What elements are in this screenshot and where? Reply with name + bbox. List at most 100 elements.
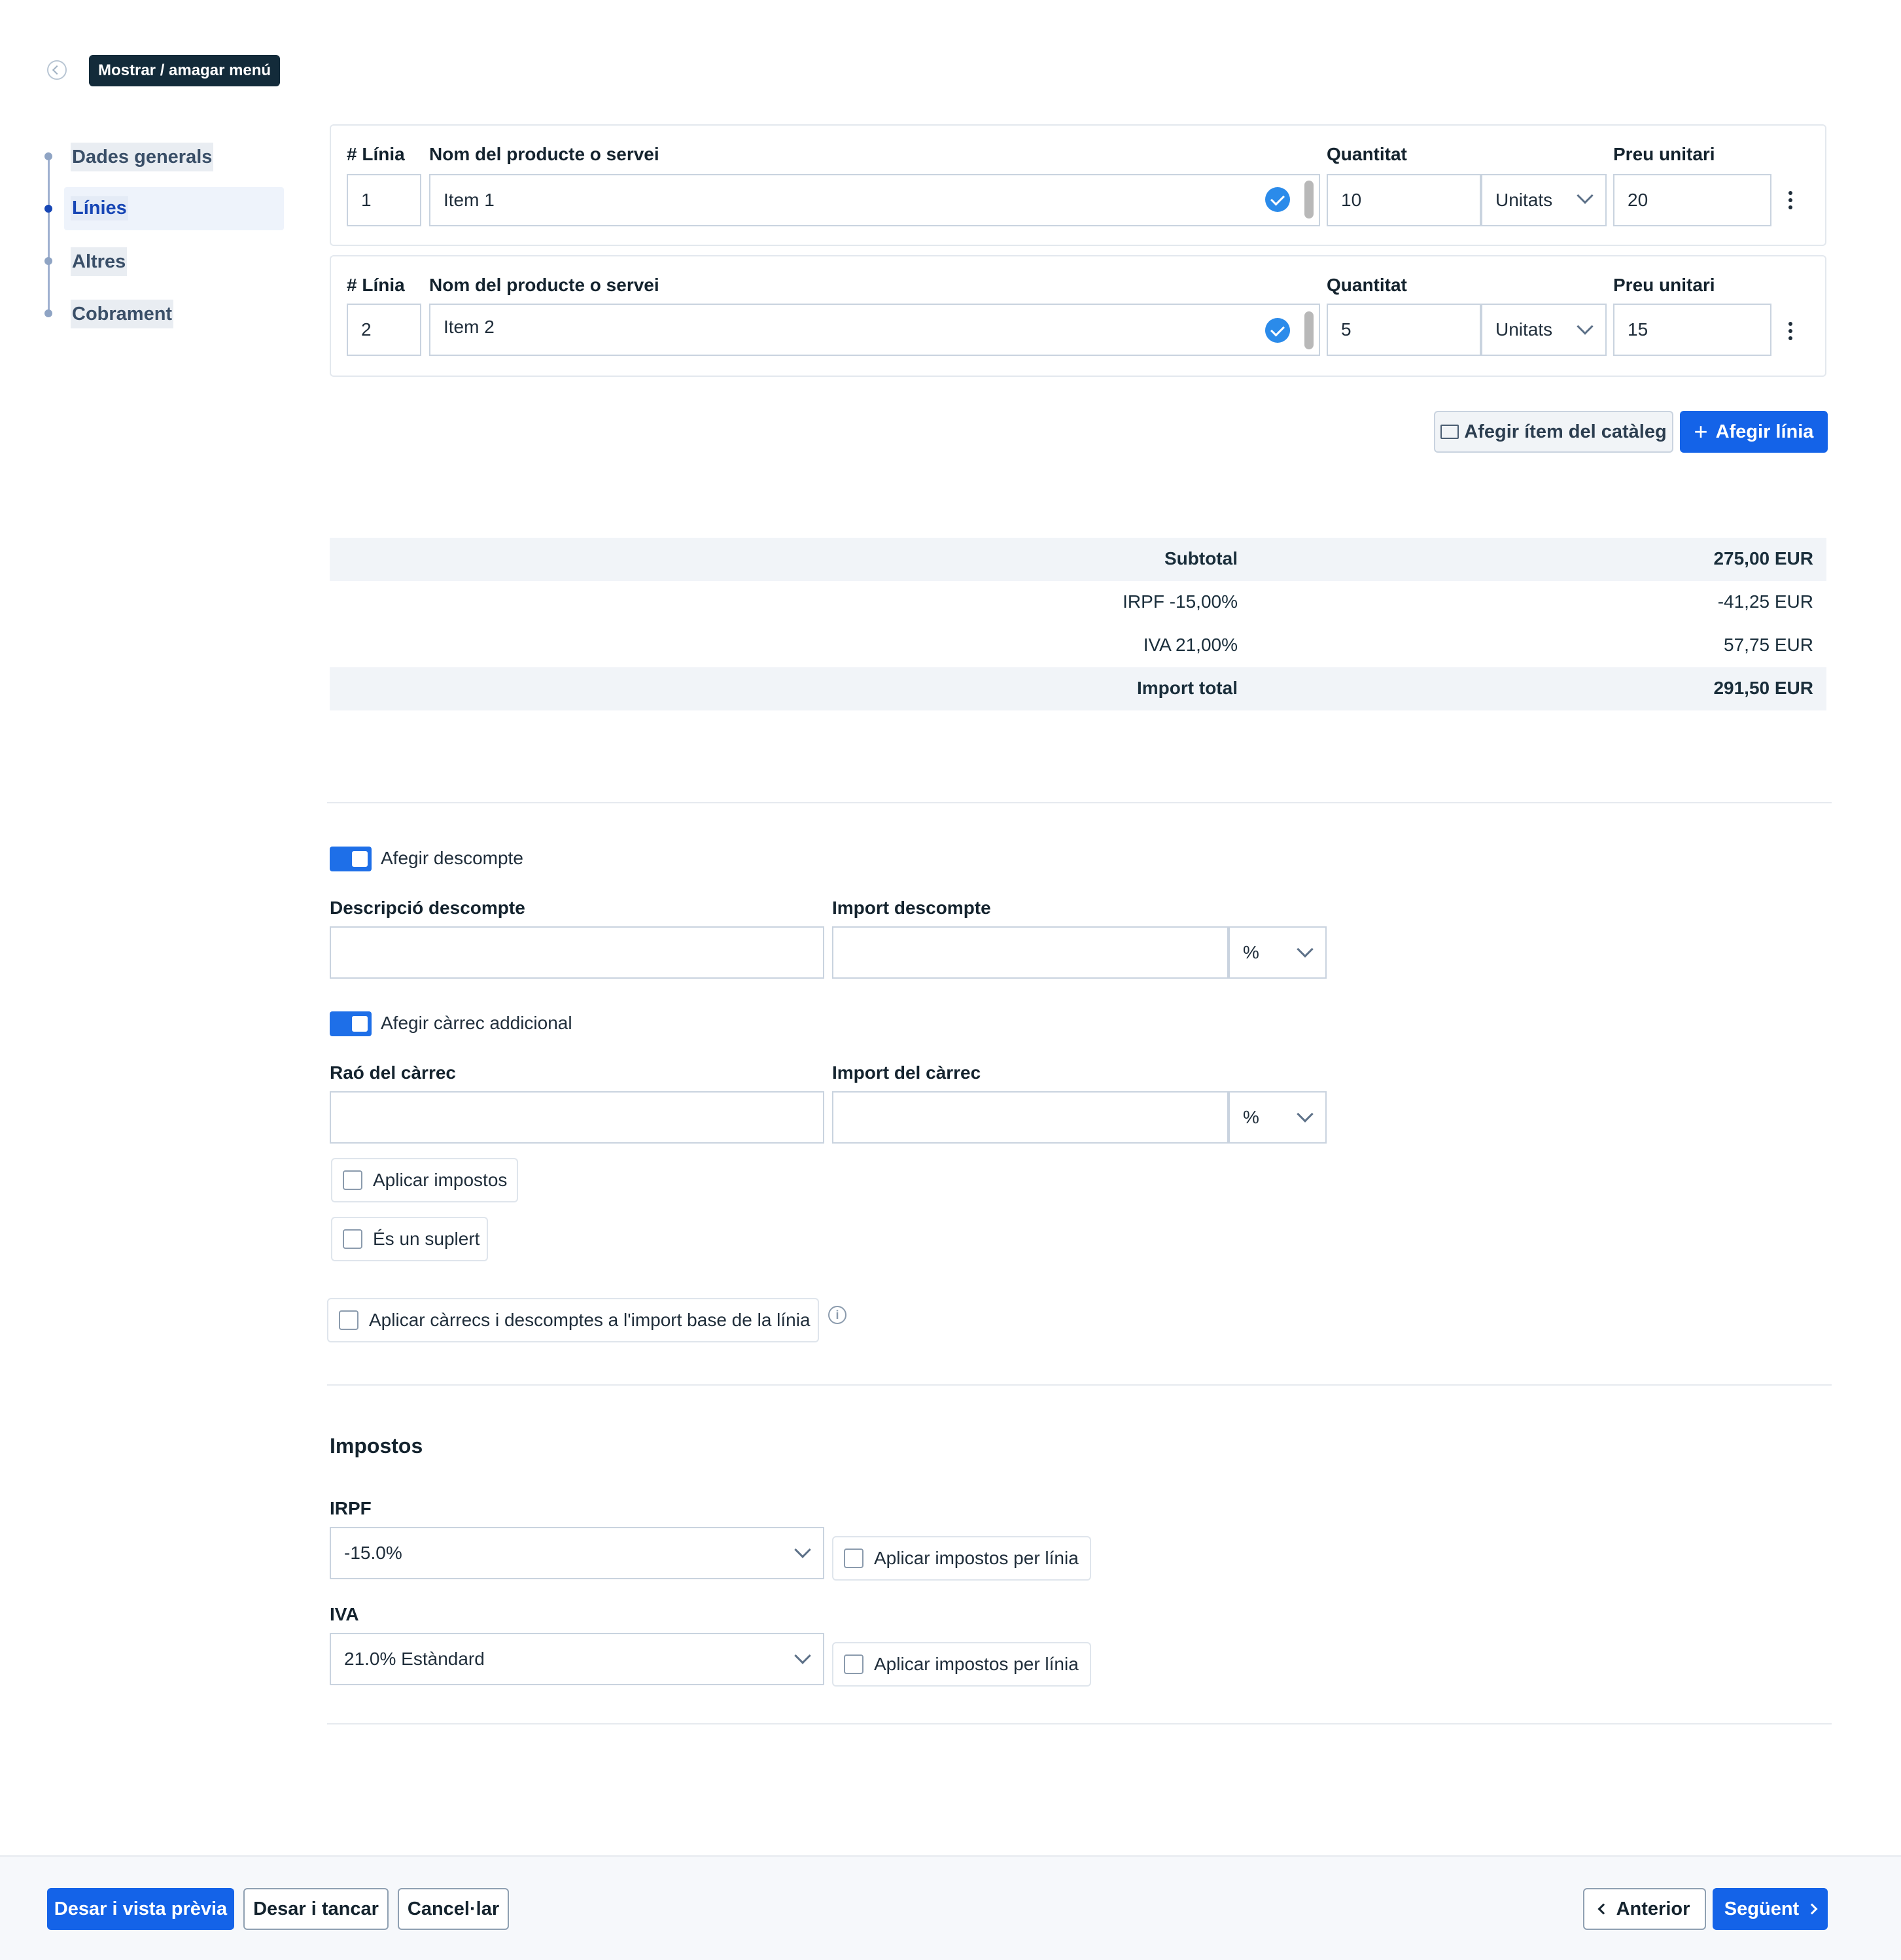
add-line-button[interactable]: + Afegir línia	[1680, 411, 1828, 453]
stepper-dot	[44, 309, 52, 317]
cancel-label: Cancel·lar	[407, 1898, 500, 1919]
checkbox-square	[844, 1654, 863, 1674]
apply-base-amount-checkbox[interactable]: Aplicar càrrecs i descomptes a l'import …	[327, 1298, 819, 1342]
unit-price-input[interactable]: 20	[1613, 174, 1771, 226]
checkbox-label: Aplicar impostos	[373, 1170, 508, 1190]
discount-description-input[interactable]	[330, 926, 824, 979]
charge-type-select[interactable]: %	[1229, 1091, 1327, 1144]
discount-toggle-label: Afegir descompte	[381, 848, 523, 868]
stepper-dot	[44, 257, 52, 265]
is-supplement-checkbox[interactable]: És un suplert	[331, 1217, 488, 1261]
info-icon[interactable]: i	[828, 1306, 846, 1324]
summary-value: 275,00 EUR	[1713, 548, 1813, 569]
quantity-label: Quantitat	[1327, 144, 1407, 164]
stepper-dot	[44, 152, 52, 160]
discount-toggle[interactable]	[330, 847, 372, 871]
summary-label: IVA 21,00%	[1143, 635, 1238, 655]
save-preview-button[interactable]: Desar i vista prèvia	[47, 1888, 234, 1930]
charge-amount-input[interactable]	[832, 1091, 1229, 1144]
quantity-input[interactable]: 10	[1327, 174, 1481, 226]
charge-toggle-label: Afegir càrrec addicional	[381, 1013, 572, 1033]
line-number-label: # Línia	[347, 144, 405, 164]
add-catalog-item-button[interactable]: Afegir ítem del catàleg	[1434, 411, 1673, 453]
charge-reason-input[interactable]	[330, 1091, 824, 1144]
menu-toggle-tooltip[interactable]: Mostrar / amagar menú	[89, 55, 281, 86]
scrollbar[interactable]	[1304, 181, 1314, 219]
more-options-icon[interactable]	[1788, 191, 1792, 209]
verified-check-icon	[1265, 187, 1290, 212]
plus-icon: +	[1694, 418, 1708, 445]
charge-reason-label: Raó del càrrec	[330, 1062, 456, 1083]
folder-icon	[1440, 425, 1459, 439]
quantity-input[interactable]: 5	[1327, 304, 1481, 356]
divider	[327, 802, 1832, 803]
iva-select[interactable]: 21.0% Estàndard	[330, 1633, 824, 1685]
unit-price-input[interactable]: 15	[1613, 304, 1771, 356]
iva-label: IVA	[330, 1604, 359, 1624]
product-label: Nom del producte o servei	[429, 275, 659, 295]
summary-row-subtotal: Subtotal 275,00 EUR	[330, 538, 1826, 581]
product-input[interactable]: Item 1	[429, 174, 1320, 226]
iva-per-line-checkbox[interactable]: Aplicar impostos per línia	[832, 1642, 1091, 1687]
previous-button[interactable]: Anterior	[1583, 1888, 1706, 1930]
checkbox-label: Aplicar impostos per línia	[874, 1654, 1079, 1674]
save-preview-label: Desar i vista prèvia	[54, 1898, 228, 1919]
divider	[327, 1723, 1832, 1724]
summary-row-irpf: IRPF -15,00% -41,25 EUR	[330, 581, 1826, 624]
discount-description-label: Descripció descompte	[330, 898, 525, 918]
scrollbar[interactable]	[1304, 311, 1314, 349]
next-button[interactable]: Següent	[1713, 1888, 1828, 1930]
charge-toggle[interactable]	[330, 1011, 372, 1036]
discount-amount-input[interactable]	[832, 926, 1229, 979]
previous-label: Anterior	[1616, 1898, 1690, 1919]
summary-value: 291,50 EUR	[1713, 678, 1813, 698]
line-number-input[interactable]: 2	[347, 304, 421, 356]
checkbox-label: Aplicar impostos per línia	[874, 1548, 1079, 1568]
irpf-label: IRPF	[330, 1498, 372, 1518]
summary-value: -41,25 EUR	[1717, 591, 1813, 612]
nav-step-label: Línies	[71, 196, 128, 220]
nav-step-label: Altres	[72, 251, 126, 272]
summary-label: IRPF -15,00%	[1123, 591, 1238, 612]
chevron-left-icon	[1597, 1903, 1609, 1915]
checkbox-square	[339, 1310, 358, 1330]
next-label: Següent	[1724, 1898, 1800, 1919]
quantity-label: Quantitat	[1327, 275, 1407, 295]
summary-label: Import total	[1137, 678, 1238, 698]
unit-price-label: Preu unitari	[1613, 275, 1715, 295]
discount-type-select[interactable]: %	[1229, 926, 1327, 979]
summary-label: Subtotal	[1164, 548, 1238, 569]
nav-step-general[interactable]: Dades generals	[71, 143, 214, 171]
discount-amount-label: Import descompte	[832, 898, 991, 918]
product-input[interactable]: Item 2	[429, 304, 1320, 356]
divider	[327, 1384, 1832, 1386]
more-options-icon[interactable]	[1788, 322, 1792, 340]
charge-amount-label: Import del càrrec	[832, 1062, 981, 1083]
chevron-right-icon	[1806, 1903, 1818, 1915]
summary-value: 57,75 EUR	[1724, 635, 1813, 655]
line-number-input[interactable]: 1	[347, 174, 421, 226]
verified-check-icon	[1265, 318, 1290, 343]
add-line-label: Afegir línia	[1715, 421, 1814, 442]
summary-row-total: Import total 291,50 EUR	[330, 667, 1826, 710]
collapse-menu-icon[interactable]	[47, 60, 67, 80]
nav-step-lines[interactable]: Línies	[64, 187, 284, 230]
checkbox-square	[844, 1549, 863, 1568]
nav-step-others[interactable]: Altres	[71, 247, 128, 276]
cancel-button[interactable]: Cancel·lar	[398, 1888, 509, 1930]
stepper-line	[48, 157, 50, 314]
taxes-title: Impostos	[330, 1434, 423, 1458]
add-catalog-item-label: Afegir ítem del catàleg	[1464, 421, 1667, 442]
unit-price-label: Preu unitari	[1613, 144, 1715, 164]
save-close-button[interactable]: Desar i tancar	[243, 1888, 389, 1930]
nav-step-payment[interactable]: Cobrament	[71, 300, 174, 328]
irpf-per-line-checkbox[interactable]: Aplicar impostos per línia	[832, 1536, 1091, 1581]
checkbox-square	[343, 1170, 362, 1190]
irpf-select[interactable]: -15.0%	[330, 1527, 824, 1579]
line-number-label: # Línia	[347, 275, 405, 295]
stepper-dot-active	[44, 205, 52, 213]
checkbox-label: És un suplert	[373, 1229, 480, 1249]
checkbox-square	[343, 1229, 362, 1249]
summary-row-iva: IVA 21,00% 57,75 EUR	[330, 624, 1826, 667]
apply-taxes-checkbox[interactable]: Aplicar impostos	[331, 1158, 518, 1202]
